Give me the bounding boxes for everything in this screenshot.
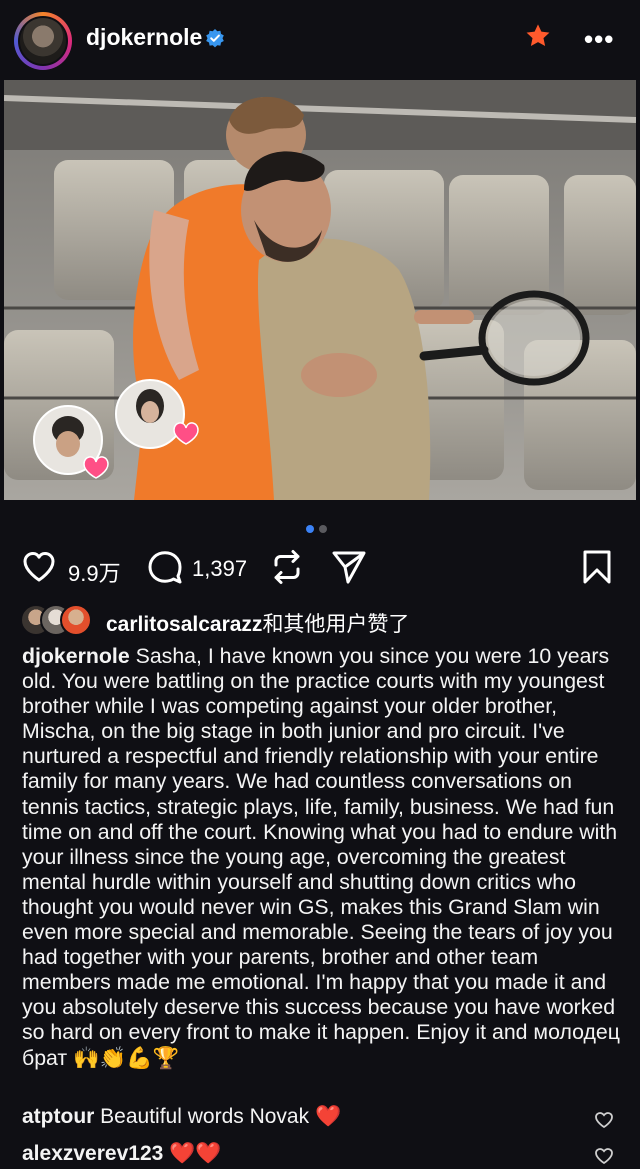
caption-text: Sasha, I have known you since you were 1… [22,644,620,1070]
caption-author[interactable]: djokernole [22,644,130,668]
profile-avatar[interactable] [14,12,72,70]
comment-username[interactable]: atptour [22,1105,94,1128]
post-photo-illustration [4,80,636,500]
liked-by-row[interactable]: carlitosalcarazz和其他用户赞了 [20,604,620,636]
comment-text: Beautiful words Novak [100,1105,310,1128]
comment-emoji: ❤️❤️ [169,1142,222,1165]
carousel-dot-active [306,525,314,533]
liked-by-text: carlitosalcarazz和其他用户赞了 [106,608,409,638]
comment-like-icon[interactable] [594,1146,614,1166]
post-actions: 9.9万 1,397 [0,548,640,588]
heart-icon[interactable] [20,548,58,586]
like-count[interactable]: 9.9万 [68,556,121,588]
post-header: djokernole ••• [0,0,640,78]
bookmark-icon[interactable] [578,548,616,586]
liker-avatar [60,604,92,636]
comment-username[interactable]: alexzverev123 [22,1142,163,1165]
comment-like-icon[interactable] [594,1110,614,1130]
verified-badge-icon [206,29,224,48]
avatar-image [18,16,68,66]
send-icon[interactable] [330,548,368,586]
post-caption: djokernole Sasha, I have known you since… [22,644,622,1071]
repost-icon[interactable] [268,548,306,586]
comment-emoji: ❤️ [314,1105,342,1128]
carousel-indicator [306,520,332,538]
comment-count[interactable]: 1,397 [192,556,247,582]
caption-emojis: 🙌👏💪🏆 [73,1045,180,1070]
comment-row: atptour Beautiful words Novak ❤️ [22,1105,341,1129]
liked-by-username[interactable]: carlitosalcarazz [106,613,262,636]
liked-by-suffix: 和其他用户赞了 [262,613,410,636]
post-photo[interactable] [4,80,636,500]
more-options-icon[interactable]: ••• [584,24,614,55]
star-icon[interactable] [524,22,552,50]
comment-row: alexzverev123 ❤️❤️ [22,1142,221,1166]
post-username[interactable]: djokernole [86,24,202,51]
carousel-dot [319,525,327,533]
comment-icon[interactable] [146,548,184,586]
